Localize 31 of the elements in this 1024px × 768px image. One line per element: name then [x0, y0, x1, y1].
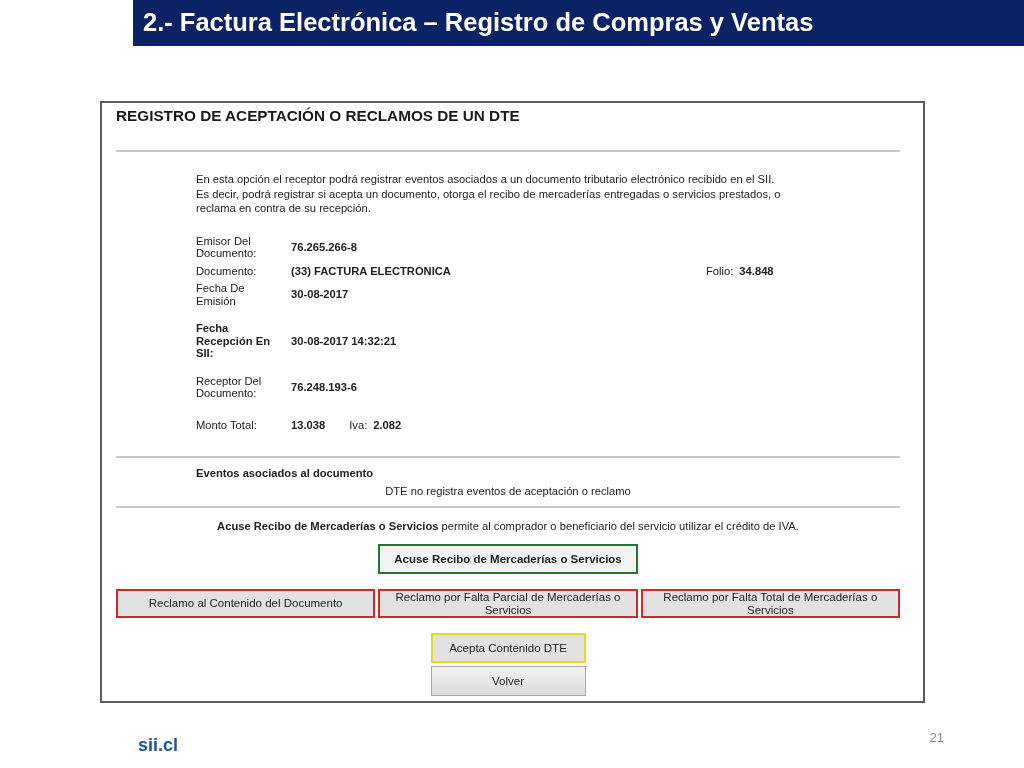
page-number: 21	[929, 731, 944, 744]
back-button[interactable]: Volver	[430, 666, 586, 696]
accept-button[interactable]: Acepta Contenido DTE	[430, 633, 586, 663]
status-message: DTE no registra eventos de aceptación o reclamo	[384, 485, 632, 498]
field-value: (33) FACTURA ELECTRONICA	[290, 264, 451, 277]
field-value: 34.848	[738, 264, 774, 277]
field-label: Documento:	[196, 264, 258, 277]
field-label: Fecha Recepción En SII:	[196, 322, 271, 360]
field-value: 30-08-2017 14:32:21	[290, 334, 397, 347]
site-logo: sii.cl	[138, 736, 179, 754]
intro-text: En esta opción el receptor podrá registrar eventos asociados a un documento tributario electrónico recibido en el SII.	[196, 172, 776, 187]
claim-button[interactable]: Reclamo por Falta Parcial de Mercaderías o Servicios	[378, 589, 638, 618]
field-value: 2.082	[372, 418, 402, 431]
field-label: Monto Total:	[196, 418, 258, 431]
claim-button[interactable]: Reclamo al Contenido del Documento	[116, 589, 376, 618]
receipt-button[interactable]: Acuse Recibo de Mercaderías o Servicios	[378, 544, 638, 574]
field-label: Folio:	[706, 264, 734, 277]
slide-title: 2.- Factura Electrónica – Registro de Compras y Ventas	[143, 10, 814, 36]
field-label: Iva:	[349, 418, 368, 431]
claim-button[interactable]: Reclamo por Falta Total de Mercaderías o Servicios	[640, 589, 900, 618]
intro-text: Es decir, podrá registrar si acepta un documento, otorga el recibo de mercaderías entregadas o servicios prestados, o reclama en contra de su recepción.	[196, 186, 782, 216]
field-value: 13.038	[290, 418, 326, 431]
field-value: 76.265.266-8	[290, 240, 357, 254]
form-title: REGISTRO DE ACEPTACIÓN O RECLAMOS DE UN DTE	[116, 107, 521, 125]
section-heading: Eventos asociados al documento	[196, 467, 375, 480]
field-value: 30-08-2017	[290, 288, 349, 301]
field-label: Fecha De Emisión	[196, 282, 246, 307]
info-text: Acuse Recibo de Mercaderías o Servicios permite al comprador o beneficiario del servicio utilizar el crédito de IVA.	[216, 520, 800, 533]
field-label: Receptor Del Documento:	[196, 374, 263, 400]
field-value: 76.248.193-6	[290, 380, 357, 394]
field-label: Emisor Del Documento:	[196, 234, 258, 260]
